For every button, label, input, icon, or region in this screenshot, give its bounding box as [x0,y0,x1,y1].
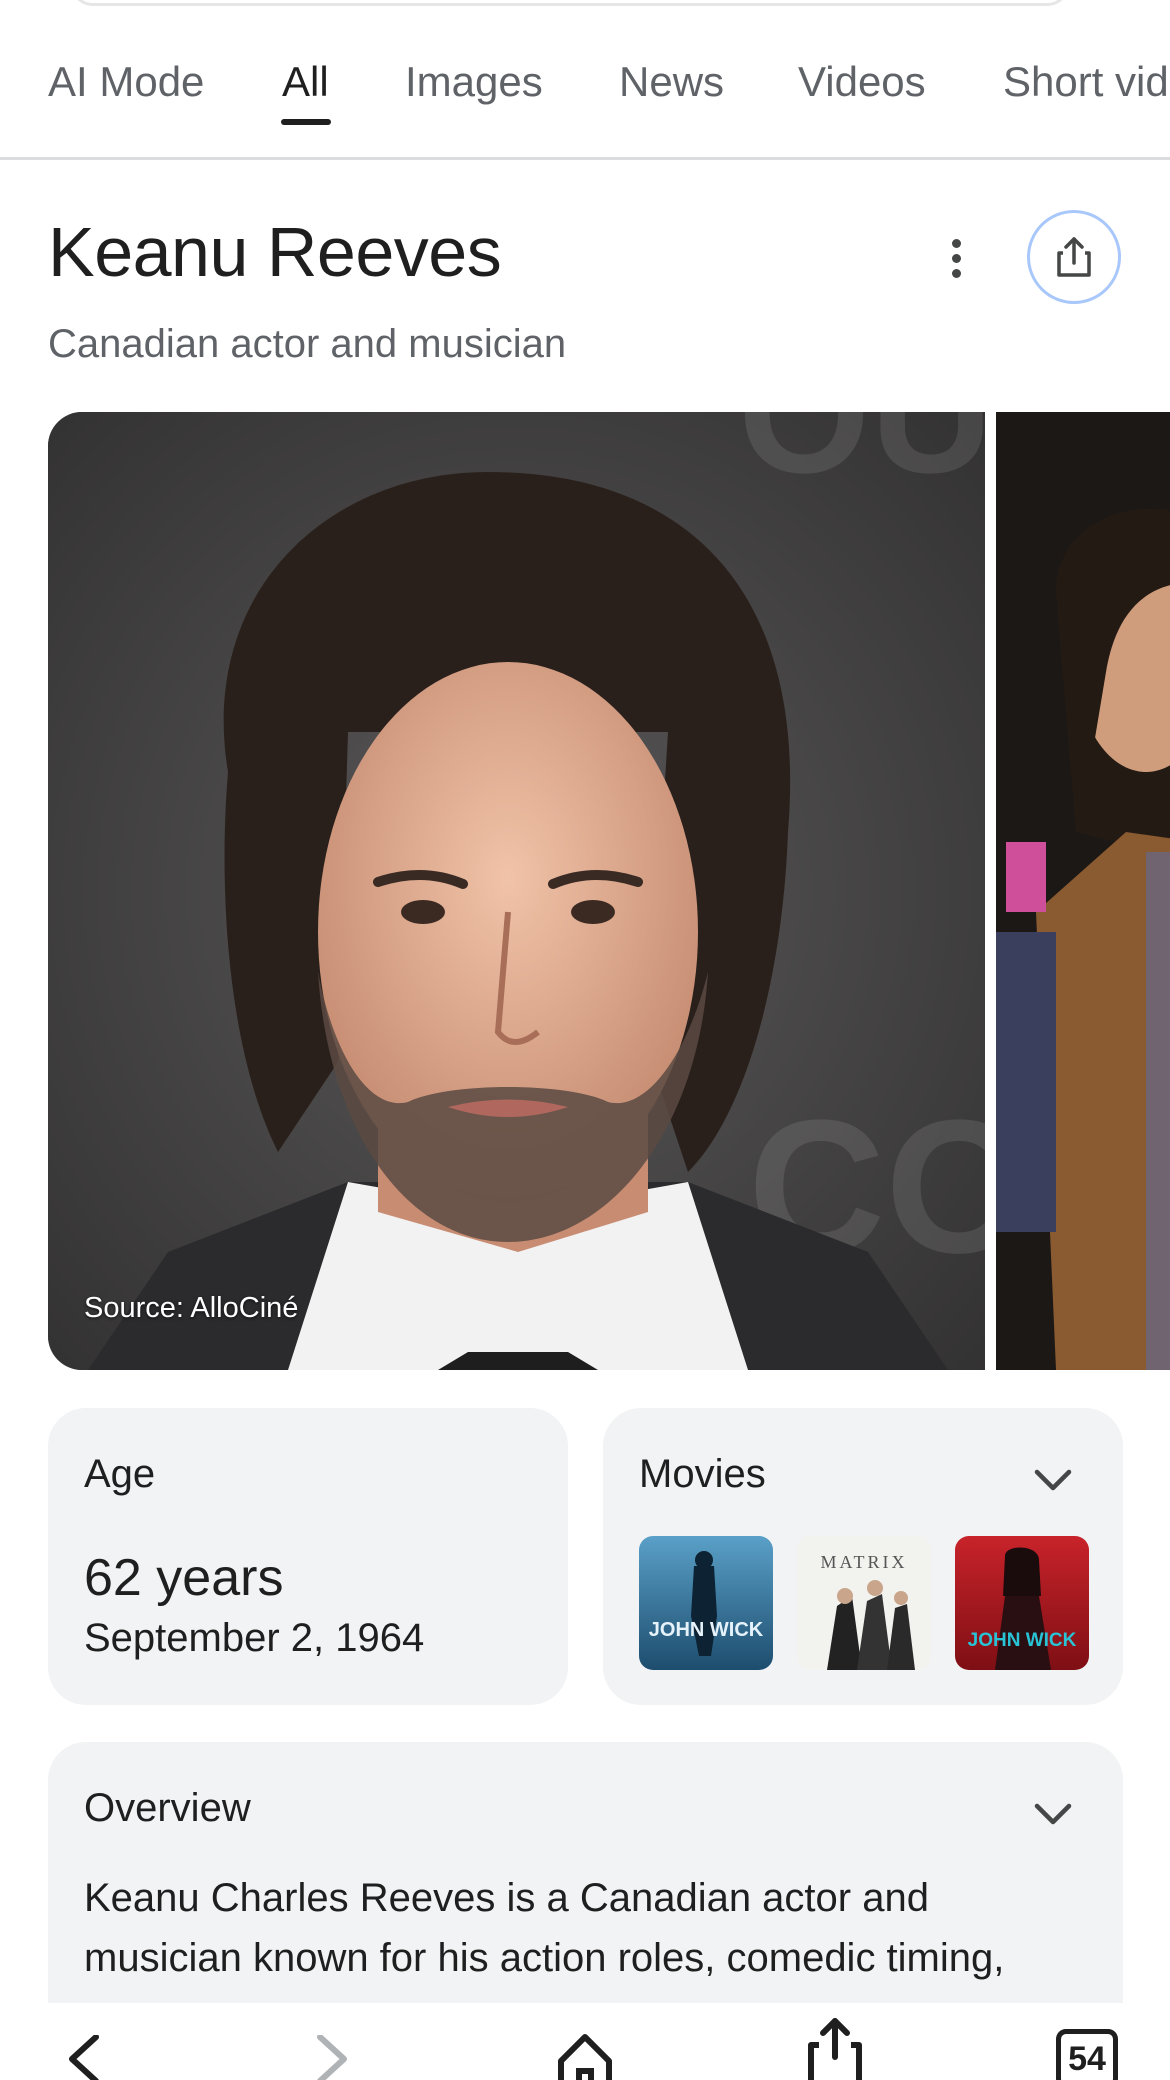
home-icon[interactable] [555,2031,615,2080]
active-tab-indicator [281,119,331,125]
movie-poster-john-wick[interactable]: JOHN WICK [639,1536,773,1670]
secondary-photo[interactable] [996,412,1170,1370]
movies-label: Movies [639,1452,766,1496]
chevron-down-icon[interactable] [1031,1465,1075,1495]
search-tabs: AI Mode All Images News Videos Short vid [0,0,1170,160]
tab-videos[interactable]: Videos [798,58,926,106]
forward-arrow-icon[interactable] [308,2035,358,2080]
share-icon [1057,237,1091,277]
secondary-portrait-image [996,412,1170,1370]
movie-poster-john-wick-4[interactable]: JOHN WICK [955,1536,1089,1670]
movie-poster-matrix[interactable]: MATRIX [797,1536,931,1670]
poster-title-text: MATRIX [820,1552,907,1572]
portrait-image: OUT CO [48,412,985,1370]
browser-bottom-bar: 54 [0,2003,1170,2080]
tab-count: 54 [1068,2040,1106,2078]
age-label: Age [84,1452,156,1496]
poster-title-text: JOHN WICK [968,1630,1077,1651]
more-options-icon[interactable] [935,235,977,289]
tab-news[interactable]: News [619,58,724,106]
share-button[interactable] [1027,210,1121,304]
overview-label: Overview [84,1786,251,1830]
share-tab-icon[interactable] [805,2017,865,2080]
tab-all[interactable]: All [282,58,329,106]
tab-switcher-button[interactable]: 54 [1056,2029,1118,2080]
movies-card[interactable]: Movies JOHN WICK MATRIX JOHN WICK [603,1408,1123,1705]
entity-subtitle: Canadian actor and musician [48,322,567,366]
chevron-down-icon[interactable] [1031,1799,1075,1829]
main-photo[interactable]: OUT CO Source: AlloCiné [48,412,985,1370]
tab-short-videos[interactable]: Short vid [1003,58,1169,106]
entity-title: Keanu Reeves [48,213,502,291]
back-arrow-icon[interactable] [58,2035,108,2080]
age-card[interactable]: Age 62 years September 2, 1964 [48,1408,568,1705]
overview-text: Keanu Charles Reeves is a Canadian actor… [84,1876,1005,1980]
svg-text:OUT: OUT [738,412,985,509]
poster-title-text: JOHN WICK [649,1619,764,1641]
tab-images[interactable]: Images [405,58,543,106]
image-source-caption: Source: AlloCiné [84,1292,299,1324]
tab-ai-mode[interactable]: AI Mode [48,58,204,106]
birth-date: September 2, 1964 [84,1616,425,1660]
age-value: 62 years [84,1549,284,1607]
